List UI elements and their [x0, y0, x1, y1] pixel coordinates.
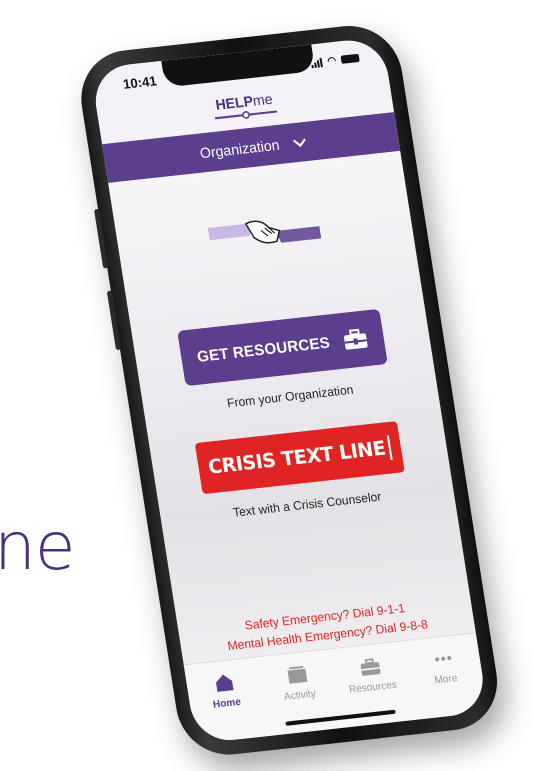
tab-activity-label: Activity	[283, 688, 317, 704]
tab-more[interactable]: More	[411, 644, 482, 719]
app-screen: 10:41 ◠ HELPme Organization GET RESOURCE…	[90, 36, 489, 744]
crisis-logo-bar	[387, 435, 394, 461]
toolbox-icon	[338, 652, 402, 681]
folder-icon	[265, 660, 329, 689]
tab-resources-label: Resources	[348, 679, 398, 696]
crisis-text-line-label: CRISIS TEXT LINE	[206, 437, 387, 479]
toolbox-icon	[344, 328, 368, 350]
organization-label: Organization	[198, 136, 281, 162]
tab-more-label: More	[433, 672, 459, 687]
wifi-icon: ◠	[326, 54, 337, 67]
phone-mockup: 10:41 ◠ HELPme Organization GET RESOURCE…	[74, 20, 505, 760]
more-dots-icon	[411, 644, 475, 673]
tab-home[interactable]: Home	[192, 668, 263, 743]
status-time: 10:41	[121, 72, 158, 92]
home-icon	[192, 668, 256, 697]
get-resources-label: GET RESOURCES	[195, 333, 332, 366]
background-text: ne	[0, 508, 75, 585]
tab-home-label: Home	[212, 696, 242, 711]
chevron-down-icon	[293, 133, 306, 147]
battery-icon	[340, 53, 360, 64]
